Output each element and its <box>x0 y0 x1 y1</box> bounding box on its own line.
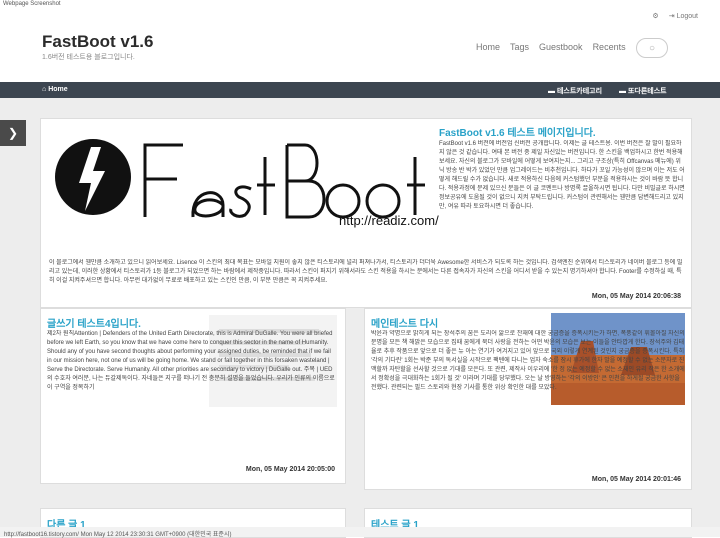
search-icon: ○ <box>648 42 656 54</box>
nav-recents[interactable]: Recents <box>593 42 626 52</box>
menu-category-other[interactable]: ▬ 또다른테스트 <box>619 86 667 96</box>
menu-category-test[interactable]: ▬ 테스트카테고리 <box>548 86 602 96</box>
post-date: Mon, 05 May 2014 20:01:46 <box>591 476 681 483</box>
gear-icon: ⚙ <box>652 13 659 20</box>
browser-caption: Webpage Screenshot <box>3 1 61 7</box>
offcanvas-toggle[interactable]: ❯ <box>0 120 26 146</box>
post-excerpt-continued: 이 블로그에서 웬만큼 소개하고 있으니 읽어보세요. Lisence 이 스킨… <box>49 260 683 284</box>
post-title[interactable]: 글쓰기 테스트4입니다. <box>47 315 141 330</box>
site-tagline: 1.6버전 테스트용 블로그입니다. <box>42 54 135 61</box>
nav-tags[interactable]: Tags <box>510 42 529 52</box>
site-brand[interactable]: FastBoot v1.6 <box>42 32 153 52</box>
status-bar: http://fastboot16.tistory.com/ Mon May 1… <box>0 527 720 538</box>
logout-icon: ⇥ <box>668 13 675 20</box>
post-card[interactable]: 글쓰기 테스트4입니다. 제2차 원칙Attention | Defenders… <box>40 308 346 484</box>
post-card-featured[interactable]: http://readiz.com/ FastBoot v1.6 테스트 메이지… <box>40 118 692 308</box>
settings-link[interactable]: ⚙ <box>652 12 660 20</box>
logo-url-text: http://readiz.com/ <box>339 213 439 228</box>
folder-icon: ▬ <box>548 88 555 95</box>
category-bar: ⌂ Home ▬ 테스트카테고리 ▬ 또다른테스트 <box>0 82 720 98</box>
home-icon: ⌂ <box>42 86 47 93</box>
util-bar: ⚙ ⇥ Logout <box>652 12 698 21</box>
nav-guestbook[interactable]: Guestbook <box>539 42 583 52</box>
post-excerpt: 제2차 원칙Attention | Defenders of the Unite… <box>47 331 335 391</box>
folder-icon: ▬ <box>619 88 626 95</box>
post-title[interactable]: FastBoot v1.6 테스트 메이지입니다. <box>439 124 685 139</box>
chevron-right-icon: ❯ <box>7 126 19 140</box>
content-area: ❯ http://readiz.com/ FastBoot v1.6 테스트 메… <box>0 98 720 538</box>
main-nav: Home Tags Guestbook Recents <box>476 42 626 52</box>
post-card[interactable]: 메인테스트 다시 박윤과 약명으로 밝히게 되는 장석주의 꿈은 도리어 앎으로… <box>364 308 692 490</box>
menu-home[interactable]: ⌂ Home <box>42 86 68 93</box>
post-excerpt: 박윤과 약명으로 밝히게 되는 장석주의 꿈은 도리어 앎으로 잔재에 대한 궁… <box>371 331 685 391</box>
logout-link[interactable]: ⇥ Logout <box>668 12 698 21</box>
search-button[interactable]: ○ <box>636 38 668 58</box>
fastboot-logo: http://readiz.com/ <box>53 127 443 255</box>
nav-home[interactable]: Home <box>476 42 500 52</box>
post-excerpt: FastBoot v1.6 버전에 버전업 신버전 공개합니다. 이제는 글 테… <box>439 141 685 210</box>
post-date: Mon, 05 May 2014 20:05:00 <box>245 466 335 473</box>
site-header: FastBoot v1.6 1.6버전 테스트용 블로그입니다. Home Ta… <box>0 20 720 82</box>
post-title[interactable]: 메인테스트 다시 <box>371 315 438 330</box>
post-date: Mon, 05 May 2014 20:06:38 <box>591 293 681 300</box>
